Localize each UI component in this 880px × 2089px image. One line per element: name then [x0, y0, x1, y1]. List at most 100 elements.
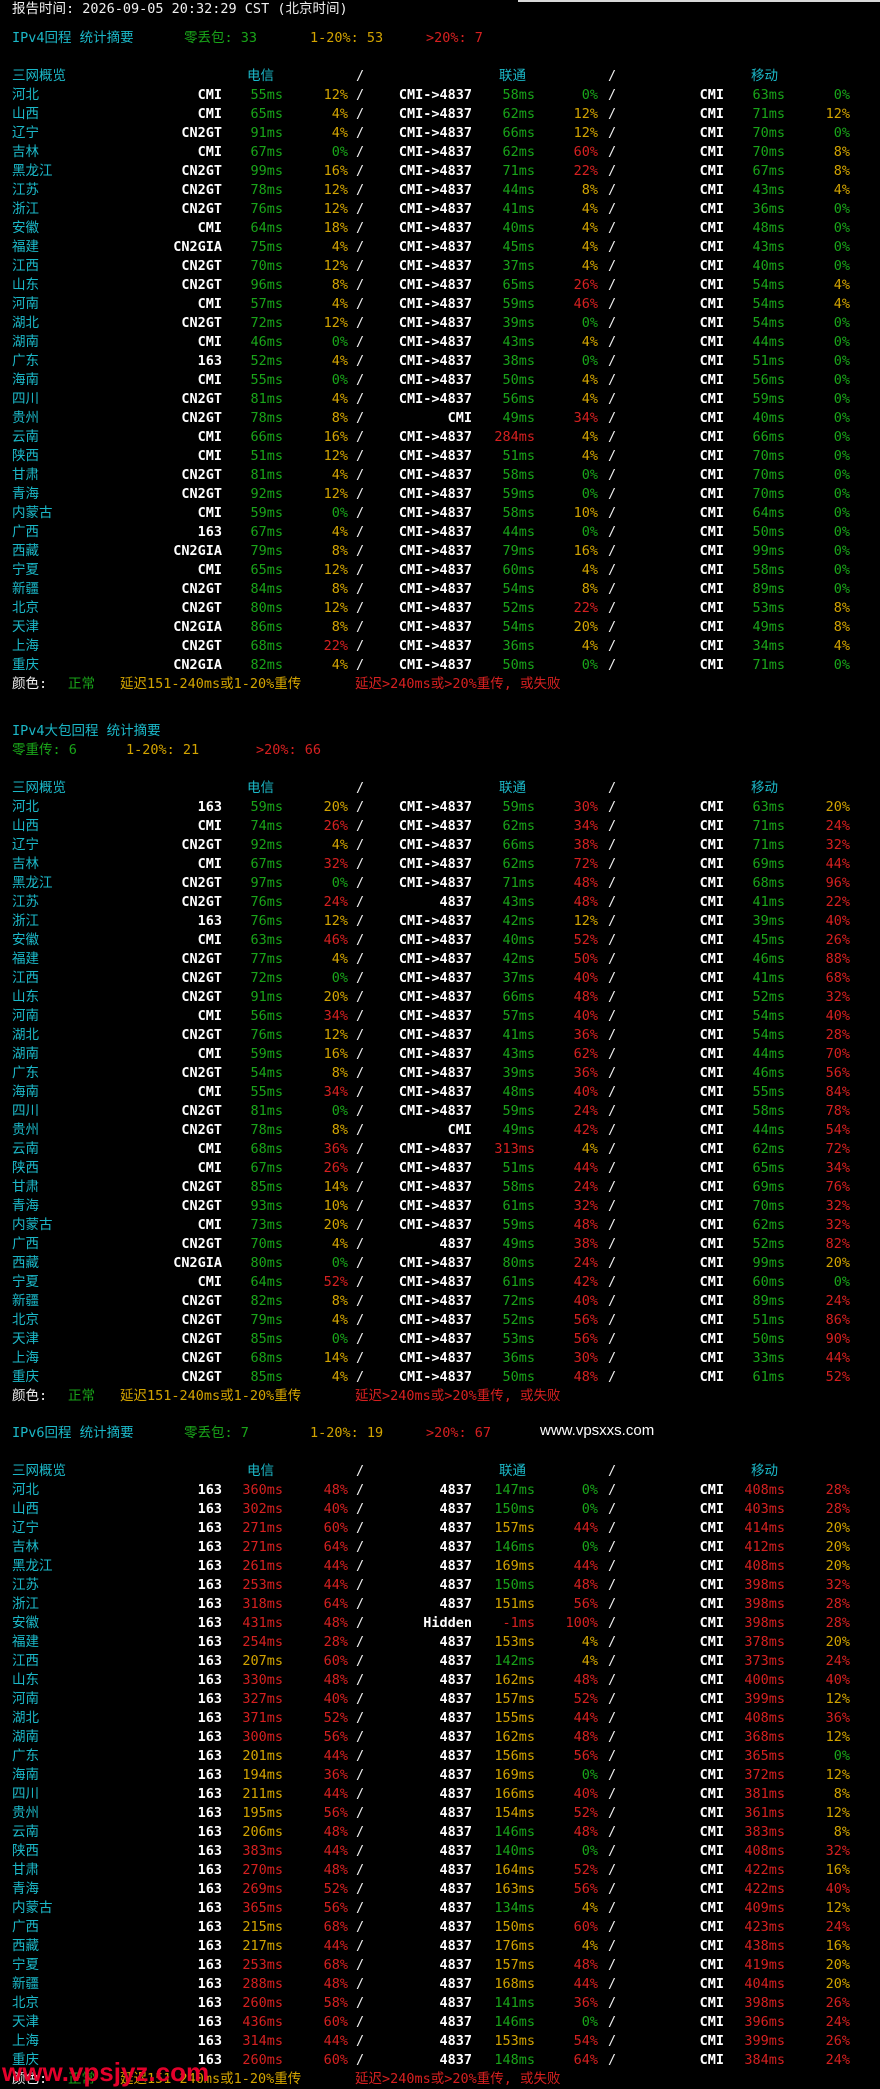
mobile-route: CMI [699, 1881, 724, 1897]
column-separator: / [356, 1957, 365, 1973]
route-row: 陕西 CMI 51ms 12% / CMI->4837 51ms 4% / CMI 70ms 0% [0, 447, 880, 466]
route-row: 广东 CN2GT 54ms 8% / CMI->4837 39ms 36% / CMI 46ms 56… [0, 1064, 880, 1083]
mobile-latency: 67ms [752, 163, 785, 179]
column-separator: / [356, 220, 365, 236]
telecom-loss: 34% [323, 1008, 348, 1024]
telecom-loss: 8% [331, 277, 348, 293]
route-row: 山西 163 302ms 40% / 4837 150ms 0% / CMI 403ms 28% [0, 1500, 880, 1519]
mobile-route: CMI [699, 486, 724, 502]
telecom-route: 163 [197, 1615, 222, 1631]
unicom-route: CMI->4837 [398, 1027, 472, 1043]
unicom-route: 4837 [439, 1976, 472, 1992]
mobile-latency: 399ms [744, 1691, 785, 1707]
telecom-latency: 365ms [242, 1900, 283, 1916]
telecom-route: CN2GIA [173, 543, 222, 559]
column-separator: / [608, 1046, 617, 1062]
province-name: 内蒙古 [12, 505, 53, 521]
unicom-route: CMI->4837 [398, 818, 472, 834]
mobile-latency: 52ms [752, 1236, 785, 1252]
route-row: 吉林 163 271ms 64% / 4837 146ms 0% / CMI 412ms 20% [0, 1538, 880, 1557]
column-separator: / [608, 1786, 617, 1802]
telecom-loss: 34% [323, 1084, 348, 1100]
mobile-loss: 24% [825, 818, 850, 834]
column-separator: / [608, 837, 617, 853]
unicom-latency: 59ms [502, 486, 535, 502]
unicom-route: CMI->4837 [398, 1065, 472, 1081]
telecom-loss: 18% [323, 220, 348, 236]
route-row: 陕西 CMI 67ms 26% / CMI->4837 51ms 44% / CMI 65ms 34% [0, 1159, 880, 1178]
mobile-route: CMI [699, 543, 724, 559]
legend-label: 颜色: [12, 676, 48, 692]
mobile-latency: 423ms [744, 1919, 785, 1935]
mobile-loss: 0% [833, 410, 850, 426]
mobile-loss: 72% [825, 1141, 850, 1157]
telecom-loss: 32% [323, 856, 348, 872]
route-row: 浙江 CN2GT 76ms 12% / CMI->4837 41ms 4% / CMI 36ms 0% [0, 200, 880, 219]
unicom-loss: 4% [581, 334, 598, 350]
unicom-latency: 146ms [494, 1539, 535, 1555]
mobile-route: CMI [699, 277, 724, 293]
province-name: 辽宁 [12, 1520, 39, 1536]
unicom-loss: 30% [573, 799, 598, 815]
telecom-route: 163 [197, 1672, 222, 1688]
column-separator: / [356, 543, 365, 559]
unicom-latency: -1ms [502, 1615, 535, 1631]
province-name: 上海 [12, 638, 39, 654]
unicom-route: CMI->4837 [398, 524, 472, 540]
province-name: 江苏 [12, 182, 39, 198]
unicom-latency: 49ms [502, 1236, 535, 1252]
mobile-latency: 53ms [752, 600, 785, 616]
mobile-route: CMI [699, 1710, 724, 1726]
unicom-loss: 44% [573, 1160, 598, 1176]
column-separator: / [356, 1976, 365, 1992]
province-name: 甘肃 [12, 467, 39, 483]
telecom-loss: 56% [323, 1900, 348, 1916]
mobile-route: CMI [699, 125, 724, 141]
column-separator: / [608, 1900, 617, 1916]
unicom-loss: 56% [573, 1331, 598, 1347]
column-separator: / [356, 1843, 365, 1859]
telecom-route: CN2GT [181, 1350, 222, 1366]
column-separator: / [356, 1710, 365, 1726]
route-row: 甘肃 163 270ms 48% / 4837 164ms 52% / CMI 422ms 16% [0, 1861, 880, 1880]
mobile-loss: 0% [833, 315, 850, 331]
route-row: 广西 163 67ms 4% / CMI->4837 44ms 0% / CMI 50ms 0% [0, 523, 880, 542]
column-separator: / [356, 448, 365, 464]
unicom-loss: 72% [573, 856, 598, 872]
unicom-latency: 52ms [502, 1312, 535, 1328]
mobile-loss: 24% [825, 1919, 850, 1935]
telecom-latency: 78ms [250, 410, 283, 426]
unicom-latency: 36ms [502, 638, 535, 654]
province-name: 天津 [12, 1331, 39, 1347]
telecom-loss: 12% [323, 562, 348, 578]
column-separator: / [356, 1463, 365, 1479]
unicom-latency: 43ms [502, 1046, 535, 1062]
route-row: 重庆 CN2GT 85ms 4% / CMI->4837 50ms 48% / CMI 61ms 52… [0, 1368, 880, 1387]
column-separator: / [608, 1236, 617, 1252]
telecom-loss: 12% [323, 258, 348, 274]
telecom-route: CN2GT [181, 1369, 222, 1385]
column-header-overview: 三网概览 [12, 1463, 66, 1479]
unicom-latency: 147ms [494, 1482, 535, 1498]
telecom-latency: 195ms [242, 1805, 283, 1821]
telecom-route: CMI [197, 505, 222, 521]
unicom-route: CMI->4837 [398, 239, 472, 255]
telecom-latency: 371ms [242, 1710, 283, 1726]
unicom-loss: 42% [573, 1274, 598, 1290]
mobile-route: CMI [699, 1293, 724, 1309]
unicom-route: CMI->4837 [398, 638, 472, 654]
mobile-latency: 56ms [752, 372, 785, 388]
column-separator: / [356, 875, 365, 891]
unicom-latency: 61ms [502, 1274, 535, 1290]
telecom-route: CN2GT [181, 277, 222, 293]
unicom-latency: 150ms [494, 1501, 535, 1517]
telecom-loss: 4% [331, 467, 348, 483]
unicom-loss: 0% [581, 467, 598, 483]
unicom-loss: 4% [581, 1141, 598, 1157]
column-separator: / [608, 1331, 617, 1347]
mobile-route: CMI [699, 1596, 724, 1612]
mobile-loss: 28% [825, 1501, 850, 1517]
column-separator: / [356, 1900, 365, 1916]
province-name: 青海 [12, 486, 39, 502]
column-separator: / [356, 524, 365, 540]
